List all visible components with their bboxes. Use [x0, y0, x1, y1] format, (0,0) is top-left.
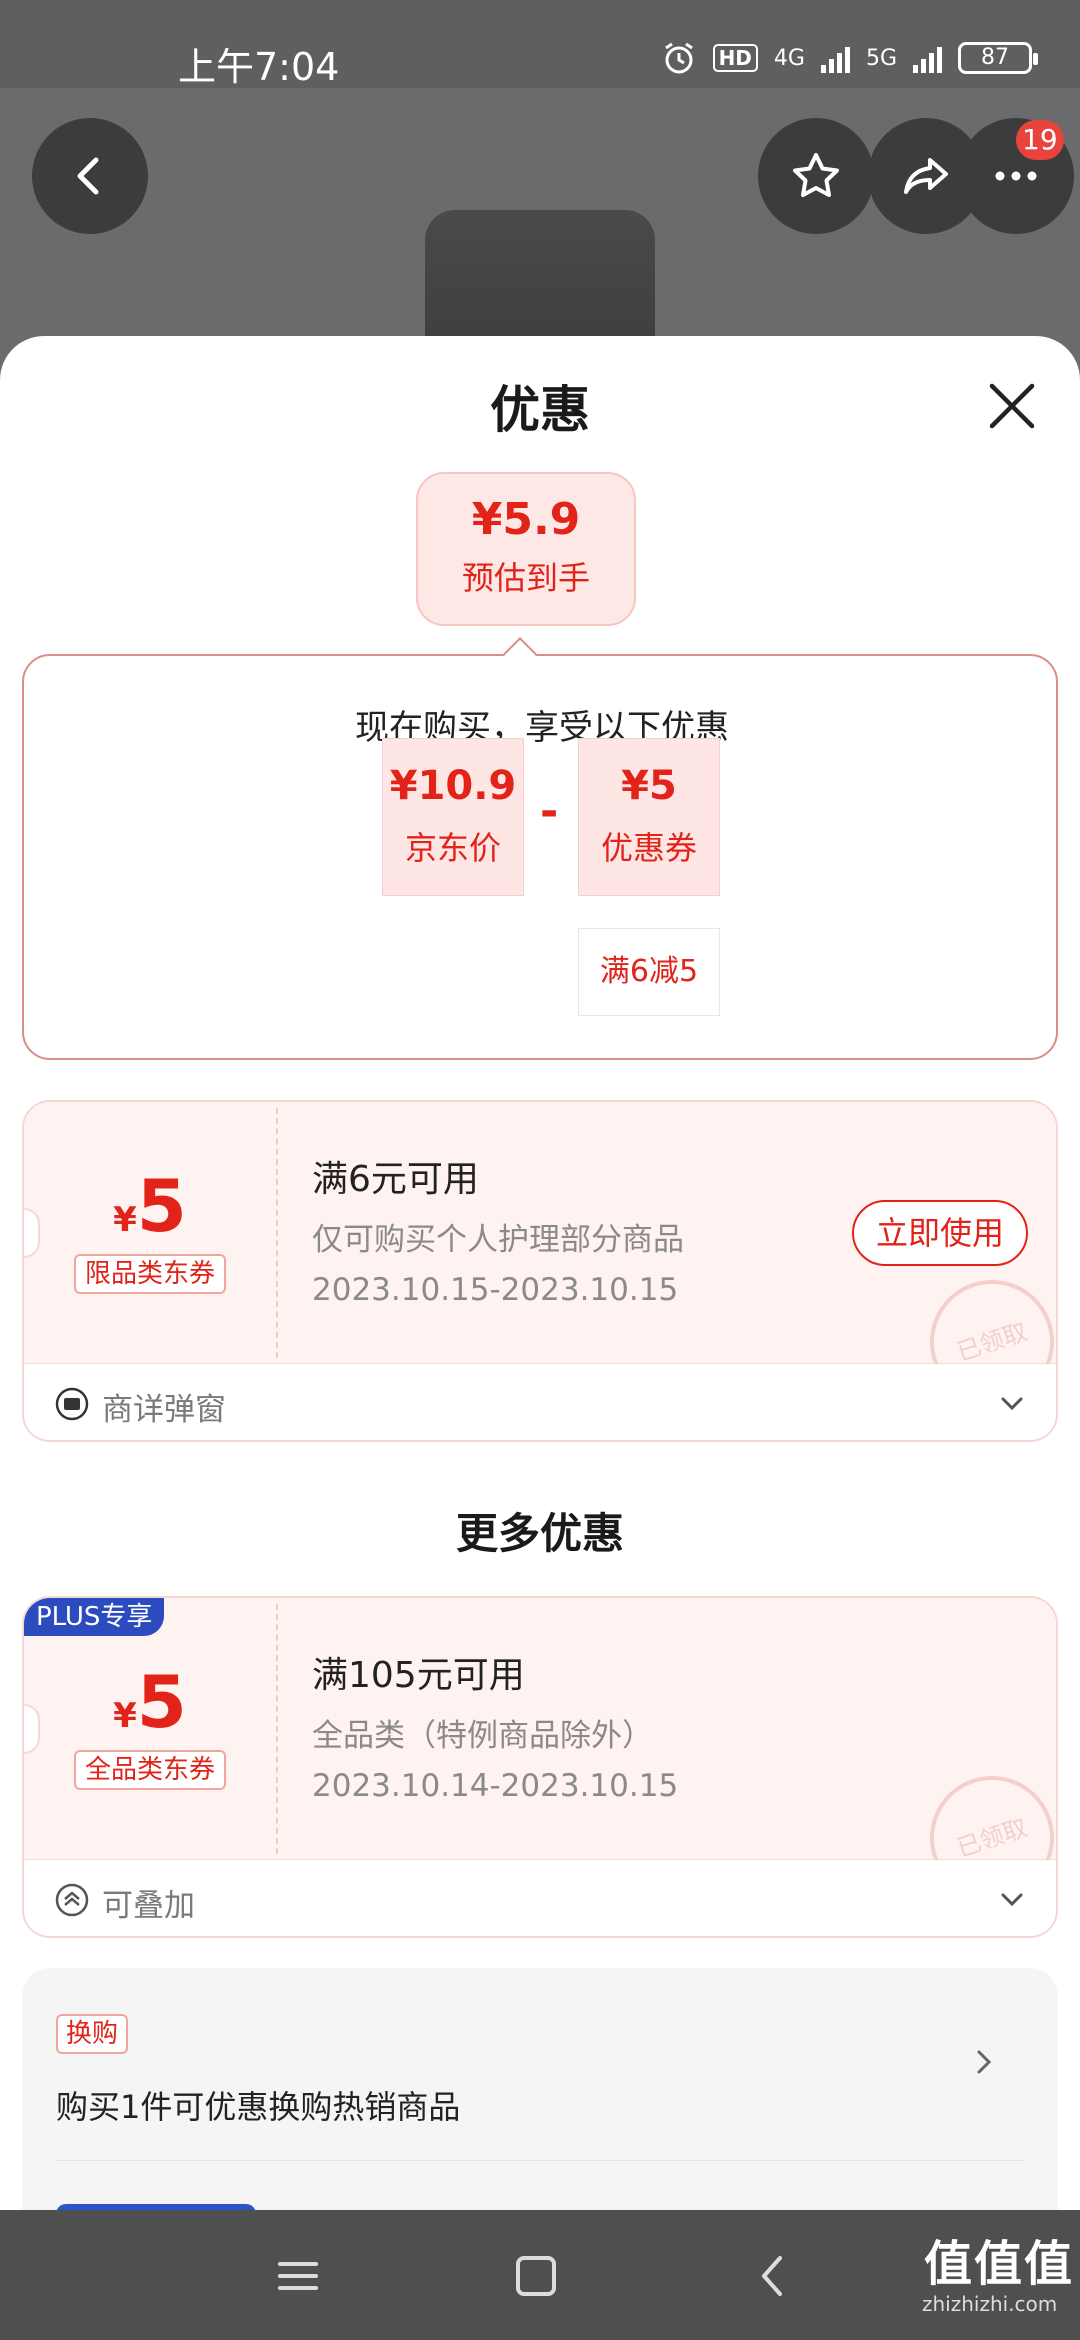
- jd-price-value: ¥10.9: [389, 763, 517, 809]
- more-offers-title: 更多优惠: [455, 1509, 624, 1558]
- estimated-price: ¥5.9: [471, 494, 581, 545]
- coupon-card-body: ¥5 限品类东券 满6元可用 仅可购买个人护理部分商品 2023.10.15-2…: [24, 1102, 1056, 1421]
- coupon-type-tag: 全品类东券: [74, 1750, 226, 1790]
- summary-text: 现在购买，享受以下优惠: [355, 708, 729, 748]
- coupon-currency: ¥: [113, 1696, 137, 1736]
- coupon-type-tag: 限品类东券: [74, 1254, 226, 1294]
- back-nav-icon[interactable]: [746, 2248, 802, 2304]
- status-time: 上午7:04: [178, 45, 340, 89]
- signal-icon-2: [913, 43, 942, 73]
- coupon-card: ¥5 限品类东券 满6元可用 仅可购买个人护理部分商品 2023.10.15-2…: [22, 1100, 1058, 1442]
- star-icon: [793, 153, 839, 197]
- chevron-right-icon: [977, 2050, 992, 2074]
- estimated-price-bubble: ¥5.9 预估到手: [416, 472, 636, 626]
- swap-text: 购买1件可优惠换购热销商品: [56, 2088, 461, 2126]
- coupon-condition: 满6减5: [578, 928, 720, 1016]
- chevron-down-icon: [1001, 1397, 1023, 1411]
- home-icon[interactable]: [508, 2248, 564, 2304]
- coupon-date: 2023.10.14-2023.10.15: [312, 1768, 679, 1804]
- coupon-currency: ¥: [113, 1200, 137, 1240]
- discount-summary: 现在购买，享受以下优惠 ¥10.9 京东价 - ¥5 优惠券 满6减5: [22, 654, 1058, 1060]
- coupon-scope: 全品类（特例商品除外）: [312, 1718, 653, 1754]
- coupon-source-icon: [55, 1387, 89, 1421]
- jd-price-box: ¥10.9 京东价: [382, 738, 524, 896]
- coupon-divider: [276, 1604, 278, 1854]
- share-icon: [904, 158, 948, 194]
- coupon-amount: ¥5: [24, 1660, 276, 1744]
- chevron-down-icon: [1001, 1893, 1023, 1907]
- coupon-notch: [24, 1208, 40, 1258]
- notification-badge: 19: [1016, 120, 1064, 160]
- coupon-amount: ¥5: [24, 1164, 276, 1248]
- status-bar: 上午7:04 HD 4G 5G 87: [0, 0, 1080, 89]
- coupon-scope: 仅可购买个人护理部分商品: [312, 1222, 684, 1258]
- stackable-icon: [55, 1883, 89, 1917]
- coupon-amount-value: 5: [136, 1164, 187, 1248]
- sheet-title: 优惠: [490, 381, 590, 439]
- watermark-logo: 值值值: [924, 2236, 1075, 2292]
- coupon-footer[interactable]: 可叠加: [24, 1860, 1056, 1936]
- status-icons: HD 4G 5G 87: [661, 40, 1038, 76]
- plus-exclusive-tag: PLUS专享: [24, 1598, 165, 1636]
- coupon-notch: [24, 1704, 40, 1754]
- coupon-title: 满105元可用: [312, 1655, 525, 1696]
- favorite-button[interactable]: [758, 118, 874, 234]
- plus-coupon-card: PLUS专享 ¥5 全品类东券 满105元可用 全品类（特例商品除外） 2023…: [22, 1596, 1058, 1938]
- coupon-card-body: ¥5 全品类东券 满105元可用 全品类（特例商品除外） 2023.10.14-…: [24, 1598, 1056, 1917]
- watermark-url: zhizhizhi.com: [922, 2292, 1058, 2316]
- coupon-footer[interactable]: 商详弹窗: [24, 1364, 1056, 1440]
- back-button[interactable]: [32, 118, 148, 234]
- coupon-label: 优惠券: [600, 829, 697, 867]
- coupon-amount-value: 5: [136, 1660, 187, 1744]
- close-icon[interactable]: [980, 374, 1044, 438]
- swap-tag: 换购: [56, 2014, 129, 2054]
- swap-offer-card[interactable]: 换购 购买1件可优惠换购热销商品: [22, 1968, 1058, 2210]
- minus-sign: -: [540, 786, 559, 837]
- alarm-icon: [664, 42, 693, 74]
- back-arrow-icon: [77, 157, 99, 195]
- menu-icon[interactable]: [270, 2248, 326, 2304]
- coupon-divider: [276, 1108, 278, 1358]
- hd-indicator: HD: [712, 44, 758, 72]
- coupon-footer-text: 可叠加: [102, 1888, 195, 1924]
- coupon-footer-text: 商详弹窗: [102, 1392, 226, 1428]
- coupon-value: ¥5: [621, 763, 677, 809]
- battery-icon: 87: [958, 42, 1038, 74]
- network-4g-label: 4G: [773, 45, 805, 71]
- use-now-button[interactable]: 立即使用: [852, 1200, 1028, 1266]
- coupon-box: ¥5 优惠券: [578, 738, 720, 896]
- navigation-bar: 值值值 zhizhizhi.com: [0, 2210, 1080, 2340]
- signal-icon: [820, 43, 850, 73]
- divider: [56, 2160, 1024, 2161]
- jd-price-label: 京东价: [404, 829, 501, 867]
- coupon-title: 满6元可用: [312, 1159, 479, 1200]
- estimated-price-label: 预估到手: [461, 559, 590, 597]
- coupon-date: 2023.10.15-2023.10.15: [312, 1272, 679, 1308]
- discount-sheet: 优惠 ¥5.9 预估到手 现在购买，享受以下优惠 ¥10.9 京东价 - ¥5 …: [0, 336, 1080, 2210]
- network-5g-label: 5G: [865, 45, 897, 71]
